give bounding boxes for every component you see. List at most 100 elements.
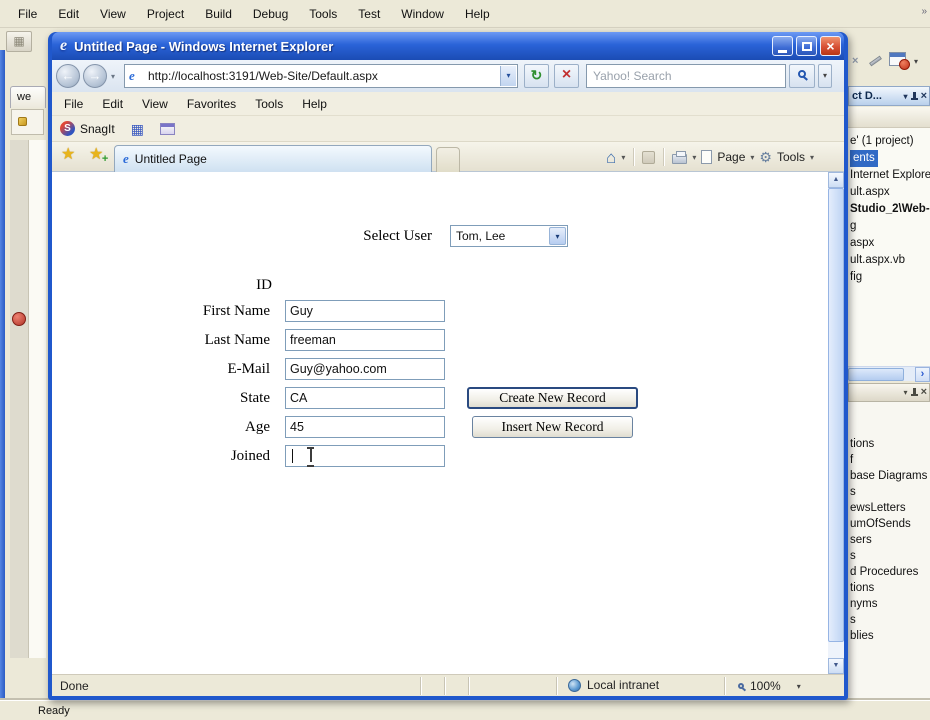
snagit-profiles-icon[interactable]: ▦ (131, 122, 144, 136)
maximize-button[interactable] (796, 36, 817, 56)
server-explorer-item[interactable]: umOfSends (848, 516, 930, 532)
panel-collapse-icon[interactable]: ▾ (904, 92, 908, 101)
ie-menu-view[interactable]: View (142, 97, 168, 111)
tab-untitled-page[interactable]: e Untitled Page (114, 145, 432, 172)
first-name-input[interactable] (285, 300, 445, 322)
history-dropdown-icon[interactable]: ▾ (111, 72, 115, 81)
vs-menu-file[interactable]: File (18, 7, 37, 21)
forward-button[interactable]: → (83, 64, 107, 88)
ie-menu-tools[interactable]: Tools (255, 97, 283, 111)
panel-close-icon[interactable]: × (921, 387, 927, 398)
feeds-icon[interactable] (642, 150, 656, 164)
select-user-dropdown[interactable]: Tom, Lee ▾ (450, 225, 568, 247)
vs-delete-icon[interactable]: × (852, 55, 858, 67)
panel-collapse-icon[interactable]: ▾ (904, 388, 908, 397)
ie-menu-file[interactable]: File (64, 97, 83, 111)
search-options-button[interactable]: ▾ (818, 64, 832, 88)
panel-horizontal-scrollbar[interactable]: › (848, 366, 930, 382)
print-dropdown-icon[interactable]: ▾ (692, 153, 696, 162)
back-button[interactable]: ← (56, 64, 80, 88)
vs-menu-help[interactable]: Help (465, 7, 490, 21)
minimize-button[interactable] (772, 36, 793, 56)
ie-menu-favorites[interactable]: Favorites (187, 97, 236, 111)
print-icon[interactable] (672, 150, 688, 164)
vs-menu-test[interactable]: Test (358, 7, 380, 21)
stop-button[interactable]: × (554, 64, 579, 88)
panel-pin-icon[interactable] (910, 91, 918, 101)
address-input[interactable] (146, 66, 498, 86)
state-input[interactable] (285, 387, 445, 409)
search-input[interactable] (587, 65, 785, 87)
vs-breakpoint-margin[interactable] (10, 140, 29, 658)
vs-menu-edit[interactable]: Edit (58, 7, 79, 21)
vs-toolbar-dropdown-icon[interactable]: ▾ (914, 57, 918, 66)
refresh-button[interactable]: ↻ (524, 64, 549, 88)
address-dropdown-button[interactable]: ▾ (500, 66, 516, 86)
solution-tree-item[interactable]: g (848, 218, 930, 235)
scrollbar-thumb[interactable] (848, 368, 904, 381)
vs-toolbar-overflow-icon[interactable]: » (921, 6, 927, 17)
create-new-record-button[interactable]: Create New Record (467, 387, 638, 409)
solution-tree-item[interactable]: ult.aspx.vb (848, 252, 930, 269)
panel-close-icon[interactable]: × (921, 90, 927, 102)
scroll-up-icon[interactable]: ▲ (828, 172, 844, 188)
snagit-button[interactable]: SnagIt (80, 122, 115, 136)
server-explorer-item[interactable]: blies (848, 628, 930, 644)
vs-menu-window[interactable]: Window (401, 7, 444, 21)
page-dropdown-icon[interactable]: ▾ (750, 153, 754, 162)
new-tab-button[interactable] (436, 147, 460, 172)
last-name-input[interactable] (285, 329, 445, 351)
age-input[interactable] (285, 416, 445, 438)
server-explorer-item[interactable]: sers (848, 532, 930, 548)
close-button[interactable]: × (820, 36, 841, 56)
solution-tree-item[interactable]: Internet Explorer (848, 167, 930, 184)
server-explorer-item[interactable]: ewsLetters (848, 500, 930, 516)
ie-titlebar[interactable]: e Untitled Page - Windows Internet Explo… (52, 32, 844, 60)
server-explorer-item[interactable]: d Procedures (848, 564, 930, 580)
scrollbar-right-arrow[interactable]: › (915, 367, 930, 382)
vs-editor-surface[interactable] (29, 140, 46, 658)
tools-menu-button[interactable]: Tools (777, 150, 805, 164)
vs-toolbar-icon[interactable]: ▦ (6, 31, 32, 52)
vs-left-toolbar-icon[interactable] (18, 117, 27, 126)
server-panel-header[interactable]: ▾ × (848, 383, 930, 402)
zoom-dropdown-icon[interactable]: ▾ (797, 682, 801, 691)
solution-panel-header[interactable]: ct D... ▾ × (848, 86, 930, 106)
ie-menu-help[interactable]: Help (302, 97, 327, 111)
server-explorer-item[interactable]: s (848, 612, 930, 628)
breakpoint-dot[interactable] (12, 312, 26, 326)
tools-dropdown-icon[interactable]: ▾ (810, 153, 814, 162)
ie-menu-edit[interactable]: Edit (102, 97, 123, 111)
dropdown-arrow-icon[interactable]: ▾ (549, 227, 566, 245)
gear-icon[interactable]: ⚙ (759, 150, 772, 164)
solution-tree-item-selected[interactable]: ents (848, 150, 930, 167)
add-favorite-button[interactable]: ★ (89, 147, 109, 166)
server-explorer-item[interactable]: base Diagrams (848, 468, 930, 484)
vertical-scrollbar[interactable]: ▲ ▼ (828, 172, 844, 674)
server-explorer-item[interactable]: tions (848, 436, 930, 452)
page-menu-icon[interactable] (701, 150, 713, 164)
scroll-down-icon[interactable]: ▼ (828, 658, 844, 674)
panel-pin-icon[interactable] (910, 388, 918, 397)
vs-menu-build[interactable]: Build (205, 7, 232, 21)
vs-menu-project[interactable]: Project (147, 7, 184, 21)
home-dropdown-icon[interactable]: ▾ (621, 153, 625, 162)
vs-window-record-icon[interactable] (889, 52, 910, 70)
server-explorer-item[interactable]: f (848, 452, 930, 468)
solution-tree-item[interactable]: fig (848, 269, 930, 286)
insert-new-record-button[interactable]: Insert New Record (472, 416, 633, 438)
solution-tree-item[interactable]: e' (1 project) (848, 133, 930, 150)
server-explorer-item[interactable]: s (848, 484, 930, 500)
server-explorer-item[interactable]: nyms (848, 596, 930, 612)
snagit-capture-icon[interactable] (159, 122, 175, 135)
email-input[interactable] (285, 358, 445, 380)
solution-tree-item[interactable]: ult.aspx (848, 184, 930, 201)
search-button[interactable] (789, 64, 815, 88)
solution-tree-item[interactable]: aspx (848, 235, 930, 252)
vs-menu-view[interactable]: View (100, 7, 126, 21)
scrollbar-thumb[interactable] (828, 188, 844, 642)
vs-menu-tools[interactable]: Tools (309, 7, 337, 21)
vs-pencil-icon[interactable] (869, 55, 882, 67)
server-explorer-item[interactable]: tions (848, 580, 930, 596)
favorites-center-button[interactable]: ★ (61, 147, 75, 163)
